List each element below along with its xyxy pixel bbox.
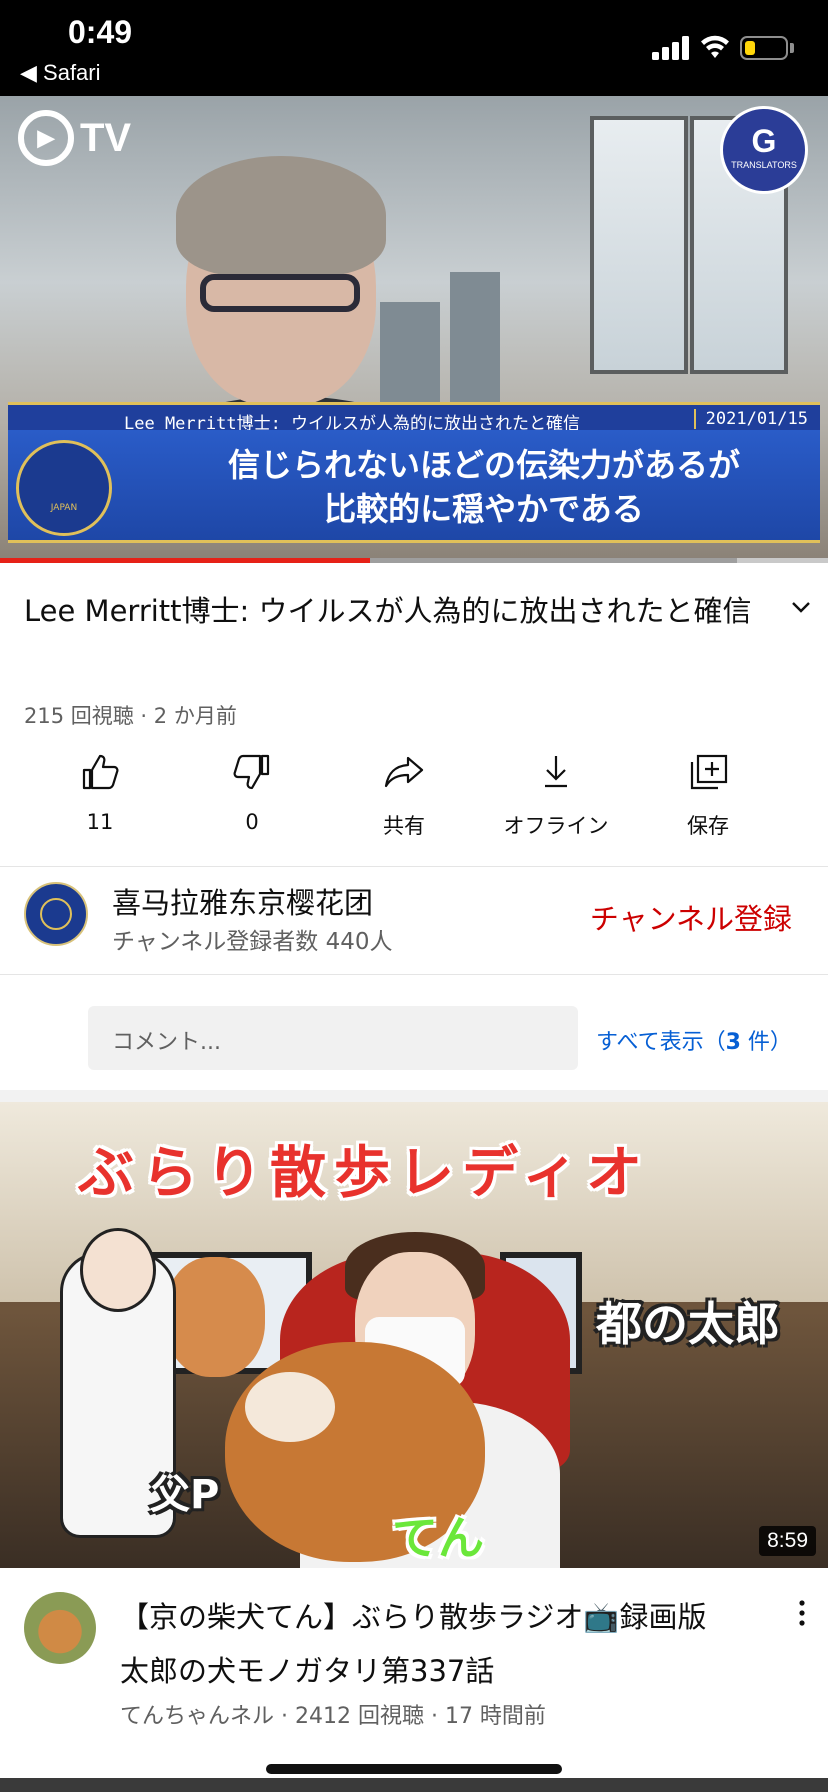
video-duration-badge: 8:59 — [759, 1526, 816, 1556]
caption-line-2: 比較的に穏やかである — [324, 490, 644, 528]
next-video-meta: てんちゃんネル · 2412 回視聴 · 17 時間前 — [120, 1704, 546, 1729]
gtv-logo-text: TV — [80, 115, 132, 160]
channel-avatar[interactable] — [24, 882, 88, 946]
show-all-comments-link[interactable]: すべて表示（3 件） — [596, 1024, 792, 1056]
thumb-label-ten: てん — [392, 1511, 484, 1565]
cellular-signal-icon — [652, 36, 689, 60]
caption-line-1: 信じられないほどの伝染力があるが — [227, 446, 740, 484]
badge-letter: G — [751, 123, 777, 159]
comment-placeholder: コメント... — [112, 1030, 221, 1055]
chevron-down-icon[interactable] — [784, 590, 818, 624]
progress-played — [0, 558, 371, 563]
back-to-safari-link[interactable]: ◀ Safari — [20, 60, 101, 86]
show-all-label: すべて表示（ — [596, 1030, 726, 1055]
video-player[interactable]: ▶ TV G TRANSLATORS Lee Merritt博士: ウイルスが人… — [0, 96, 828, 562]
video-meta: 215 回視聴 · 2 か月前 — [24, 704, 237, 728]
thumb-title-text: ぶらり散歩レディオ — [78, 1141, 651, 1206]
battery-icon — [740, 36, 788, 60]
show-all-suffix: 件） — [740, 1030, 792, 1055]
thumb-dog-face — [245, 1372, 335, 1442]
like-button[interactable]: 11 — [30, 750, 170, 834]
sakura-seal-logo: JAPAN — [16, 440, 112, 536]
save-button[interactable]: 保存 — [638, 750, 778, 840]
download-label: オフライン — [503, 814, 609, 838]
caption-date: 2021/01/15 — [693, 409, 808, 429]
download-icon — [545, 756, 567, 788]
share-icon — [384, 756, 424, 788]
background-window — [590, 116, 688, 374]
channel-name[interactable]: 喜马拉雅东京樱花团 — [112, 880, 373, 922]
g-translators-badge: G TRANSLATORS — [720, 106, 808, 194]
divider — [0, 974, 828, 975]
video-title[interactable]: Lee Merritt博士: ウイルスが人為的に放出されたと確信 — [24, 580, 754, 642]
caption-subtitle-box: 信じられないほどの伝染力があるが 比較的に穏やかである — [8, 430, 820, 543]
next-video-channel-avatar[interactable] — [24, 1592, 96, 1664]
save-playlist-icon — [690, 754, 728, 790]
progress-buffered — [370, 558, 737, 563]
speaker-glasses — [200, 274, 360, 312]
thumb-cartoon-dad-head — [80, 1228, 156, 1312]
badge-subtext: TRANSLATORS — [731, 160, 797, 170]
comment-count: 3 — [725, 1030, 741, 1055]
action-row: 11 0 共有 オフライン 保存 — [0, 750, 828, 850]
next-video-title[interactable]: 【京の柴犬てん】ぶらり散歩ラジオ📺録画版 太郎の犬モノガタリ第337話 — [120, 1590, 760, 1698]
progress-bar[interactable] — [0, 558, 828, 563]
seal-text: JAPAN — [50, 503, 78, 513]
share-label: 共有 — [383, 814, 425, 838]
divider — [0, 866, 828, 867]
dislike-count: 0 — [245, 810, 259, 834]
status-time: 0:49 — [68, 14, 133, 50]
speaker-hair — [176, 156, 386, 276]
thumb-label-dad: 父P — [150, 1472, 220, 1518]
download-button[interactable]: オフライン — [486, 750, 626, 840]
background-building — [450, 272, 500, 422]
save-label: 保存 — [687, 814, 729, 838]
comment-input[interactable]: コメント... — [88, 1006, 578, 1070]
next-video-thumbnail[interactable]: ぶらり散歩レディオ 都の太郎 父P てん 8:59 — [0, 1102, 828, 1568]
section-gap — [0, 1090, 828, 1102]
battery-nub — [790, 43, 794, 53]
dislike-button[interactable]: 0 — [182, 750, 322, 834]
thumb-dog-small — [165, 1257, 265, 1377]
channel-subscriber-count: チャンネル登録者数 440人 — [112, 929, 393, 955]
thumbs-up-icon — [82, 754, 119, 790]
thumbs-down-icon — [233, 754, 270, 790]
share-button[interactable]: 共有 — [334, 750, 474, 840]
status-bar: 0:49 ◀ Safari — [0, 0, 828, 96]
subscribe-button[interactable]: チャンネル登録 — [590, 896, 792, 938]
next-thumbnail-peek — [0, 1778, 828, 1792]
gtv-logo: ▶ TV — [18, 110, 131, 166]
caption-headline-bar: Lee Merritt博士: ウイルスが人為的に放出されたと確信 2021/01… — [8, 402, 820, 434]
camera-icon: ▶ — [18, 110, 74, 166]
like-count: 11 — [86, 810, 114, 834]
thumb-label-taro: 都の太郎 — [596, 1297, 780, 1351]
more-options-icon[interactable] — [790, 1596, 814, 1630]
home-indicator[interactable] — [266, 1764, 562, 1774]
wifi-icon — [701, 35, 729, 58]
